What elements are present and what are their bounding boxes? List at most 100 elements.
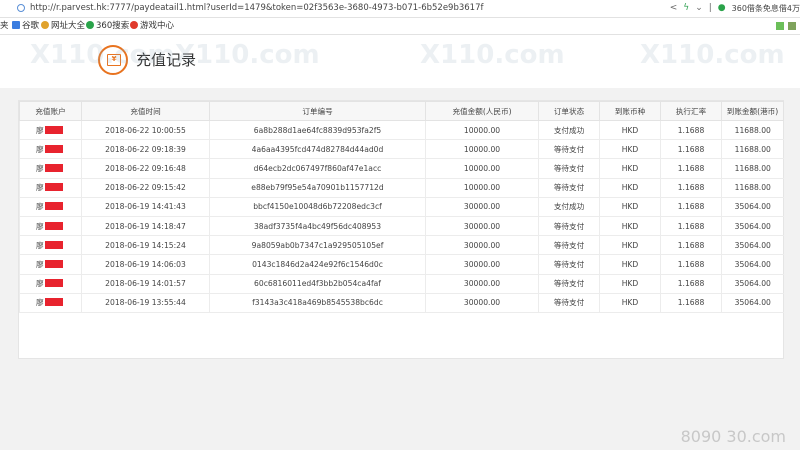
bookmarks-bar: 夹 谷歌 网址大全 360搜索 游戏中心 [0,18,800,35]
cell-credited: 35064.00 [721,197,784,217]
table-row: 廖 2018-06-19 14:06:03 0143c1846d2a424e92f6… [19,254,784,275]
cell-amount: 10000.00 [425,120,539,141]
cell-order-no: 6a8b288d1ae64fc8839d953fa2f5 [209,120,426,141]
cell-amount: 30000.00 [425,197,539,217]
account-name: 廖 [36,298,44,308]
search-icon [86,21,94,29]
redaction-mark [44,259,63,268]
cell-status: 等待支付 [538,254,600,275]
table-row: 廖 2018-06-22 09:18:39 4a6aa4395fcd474d8278… [19,139,784,160]
redaction-mark [44,163,63,172]
bookmark-games[interactable]: 游戏中心 [130,18,174,34]
cell-currency: HKD [599,178,661,198]
cell-time: 2018-06-19 14:06:03 [81,254,210,275]
bookmark-360search[interactable]: 360搜索 [86,18,129,34]
yuan-icon: ¥ [107,54,121,66]
extension-icon-2[interactable] [788,22,796,30]
bookmark-folder[interactable]: 夹 [0,18,9,34]
cell-time: 2018-06-19 14:01:57 [81,274,210,294]
cell-status: 等待支付 [538,216,600,237]
cell-status: 等待支付 [538,235,600,256]
cell-amount: 30000.00 [425,216,539,237]
account-name: 廖 [36,183,44,193]
redaction-mark [44,240,63,249]
cell-order-no: 38adf3735f4a4bc49f56dc408953 [209,216,426,237]
cell-status: 支付成功 [538,120,600,141]
header-credited-hkd: 到账金额(港币) [721,101,784,121]
header-rate: 执行汇率 [660,101,722,121]
redaction-mark [44,279,63,288]
cell-account: 廖 [19,235,82,256]
cell-credited: 35064.00 [721,216,784,237]
cell-status: 等待支付 [538,178,600,198]
cell-rate: 1.1688 [660,178,722,198]
cell-account: 廖 [19,158,82,179]
extension-icon[interactable] [776,22,784,30]
cell-time: 2018-06-22 09:18:39 [81,139,210,160]
cell-amount: 30000.00 [425,235,539,256]
cell-rate: 1.1688 [660,274,722,294]
cell-account: 廖 [19,178,82,198]
account-name: 廖 [36,259,44,269]
cell-account: 廖 [19,139,82,160]
cell-time: 2018-06-19 14:41:43 [81,197,210,217]
redaction-mark [44,221,63,230]
cell-credited: 11688.00 [721,139,784,160]
account-name: 廖 [36,202,44,212]
table-header-row: 充值账户 充值时间 订单编号 充值金额(人民币) 订单状态 到账币种 执行汇率 … [19,101,784,121]
cell-account: 廖 [19,274,82,294]
cell-order-no: bbcf4150e10048d6b72208edc3cf [209,197,426,217]
account-name: 廖 [36,221,44,231]
cell-time: 2018-06-22 10:00:55 [81,120,210,141]
share-icon[interactable]: < [670,0,678,17]
game-icon [130,21,138,29]
cell-amount: 30000.00 [425,254,539,275]
globe-icon [41,21,49,29]
promo-link[interactable]: 360借条免息借4万 [732,0,800,17]
cell-time: 2018-06-19 14:18:47 [81,216,210,237]
account-name: 廖 [36,163,44,173]
bookmark-google[interactable]: 谷歌 [12,18,39,34]
recharge-table: 充值账户 充值时间 订单编号 充值金额(人民币) 订单状态 到账币种 执行汇率 … [19,101,784,313]
cell-currency: HKD [599,216,661,237]
table-row: 廖 2018-06-22 10:00:55 6a8b288d1ae64fc8839d… [19,120,784,141]
cell-credited: 35064.00 [721,274,784,294]
chevron-down-icon[interactable]: ⌄ [695,0,703,17]
cell-currency: HKD [599,197,661,217]
divider-icon: | [708,3,712,13]
cell-account: 廖 [19,197,82,217]
url-text[interactable]: http://r.parvest.hk:7777/paydeatail1.htm… [30,0,483,17]
cell-account: 廖 [19,216,82,237]
cell-rate: 1.1688 [660,216,722,237]
redaction-mark [44,144,63,153]
header-order-no: 订单编号 [209,101,426,121]
cell-credited: 11688.00 [721,120,784,141]
redaction-mark [44,298,63,307]
header-currency: 到账币种 [599,101,661,121]
recharge-logo-icon: ¥ [98,45,128,75]
address-bar[interactable]: http://r.parvest.hk:7777/paydeatail1.htm… [0,0,800,18]
bookmark-folder-label: 夹 [0,21,9,31]
cell-credited: 35064.00 [721,293,784,313]
recharge-table-panel: 充值账户 充值时间 订单编号 充值金额(人民币) 订单状态 到账币种 执行汇率 … [18,100,784,359]
lightning-icon[interactable]: ϟ [683,0,689,17]
cell-currency: HKD [599,235,661,256]
cell-order-no: f3143a3c418a469b8545538bc6dc [209,293,426,313]
bookmark-nav[interactable]: 网址大全 [41,18,85,34]
account-name: 廖 [36,279,44,289]
bookmark-nav-label: 网址大全 [51,21,86,31]
corner-watermark: 8090 30.com [680,427,786,446]
bookmark-google-label: 谷歌 [22,21,40,31]
cell-rate: 1.1688 [660,158,722,179]
redaction-mark [44,183,63,192]
cell-currency: HKD [599,120,661,141]
header-status: 订单状态 [538,101,600,121]
site-info-icon[interactable] [17,4,25,12]
table-row: 廖 2018-06-19 14:15:24 9a8059ab0b7347c1a929… [19,235,784,256]
cell-rate: 1.1688 [660,139,722,160]
table-row: 廖 2018-06-19 14:41:43 bbcf4150e10048d6b722… [19,197,784,217]
cell-credited: 11688.00 [721,178,784,198]
account-name: 廖 [36,240,44,250]
cell-credited: 35064.00 [721,254,784,275]
cell-order-no: 4a6aa4395fcd474d82784d44ad0d [209,139,426,160]
